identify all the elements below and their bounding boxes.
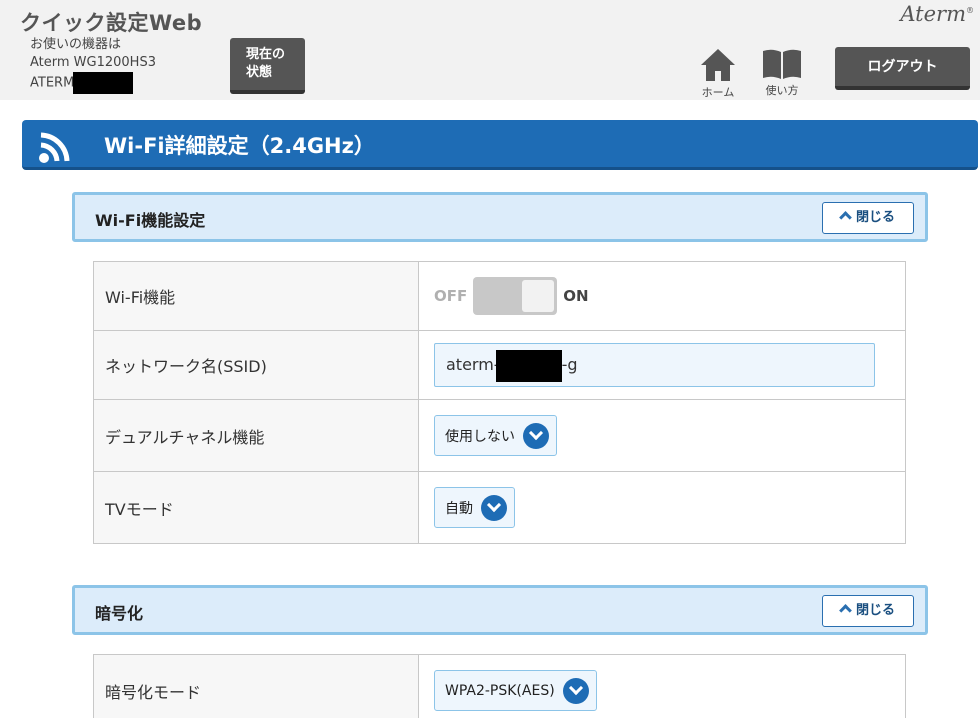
section-header-wifi-function: Wi-Fi機能設定 閉じる	[72, 192, 928, 242]
device-info: お使いの機器は Aterm WG1200HS3 ATERM-	[30, 36, 156, 94]
row-value: aterm- -g	[418, 330, 906, 400]
device-id: ATERM-	[30, 72, 156, 94]
chevron-down-icon	[562, 677, 589, 704]
app-title: クイック設定Web	[20, 11, 203, 35]
toggle-on-label: ON	[563, 287, 589, 305]
row-value: 使用しない	[418, 399, 906, 472]
page-title-bar: Wi-Fi詳細設定（2.4GHz）	[22, 120, 978, 170]
home-icon	[701, 49, 735, 81]
toggle-knob[interactable]	[522, 280, 555, 312]
row-label: Wi-Fi機能	[93, 261, 419, 331]
home-nav-label: ホーム	[701, 86, 735, 99]
manual-nav[interactable]: 使い方	[752, 48, 812, 98]
row-label: TVモード	[93, 471, 419, 544]
section-header-encryption: 暗号化 閉じる	[72, 585, 928, 635]
table-row: ネットワーク名(SSID) aterm- -g	[93, 330, 906, 400]
encryption-table: 暗号化モード WPA2-PSK(AES)	[93, 654, 906, 718]
toggle-off-label: OFF	[434, 287, 468, 305]
page-title: Wi-Fi詳細設定（2.4GHz）	[104, 134, 375, 158]
collapse-button[interactable]: 閉じる	[822, 202, 914, 234]
ssid-value-suffix: -g	[561, 355, 578, 374]
top-header: クイック設定Web お使いの機器は Aterm WG1200HS3 ATERM-…	[0, 0, 980, 100]
toggle-track[interactable]	[473, 277, 558, 315]
book-icon	[763, 49, 801, 79]
device-label: お使いの機器は	[30, 37, 122, 52]
ssid-value-prefix: aterm-	[446, 355, 500, 374]
wifi-icon	[39, 132, 70, 163]
collapse-button-label: 閉じる	[855, 603, 895, 618]
table-row: TVモード 自動	[93, 471, 906, 544]
dual-channel-select[interactable]: 使用しない	[434, 415, 557, 456]
row-value: OFF ON	[418, 261, 906, 331]
section-title: Wi-Fi機能設定	[95, 211, 206, 230]
device-id-prefix: ATERM-	[30, 75, 79, 91]
encryption-mode-select[interactable]: WPA2-PSK(AES)	[434, 670, 597, 711]
brand-logo: Aterm®	[900, 2, 974, 26]
current-status-button[interactable]: 現在の 状態	[230, 38, 305, 94]
select-value: 自動	[445, 500, 473, 517]
redacted-block	[495, 349, 562, 382]
chevron-up-icon	[839, 604, 852, 617]
collapse-button-label: 閉じる	[855, 210, 895, 225]
row-value: 自動	[418, 471, 906, 544]
select-value: 使用しない	[445, 428, 515, 445]
ssid-input[interactable]: aterm- -g	[434, 343, 875, 387]
brand-name: Aterm	[900, 2, 966, 26]
table-row: Wi-Fi機能 OFF ON	[93, 261, 906, 331]
collapse-button[interactable]: 閉じる	[822, 595, 914, 627]
row-label: 暗号化モード	[93, 654, 419, 718]
section-title: 暗号化	[95, 604, 144, 623]
brand-registered-mark: ®	[966, 6, 974, 15]
row-value: WPA2-PSK(AES)	[418, 654, 906, 718]
chevron-down-icon	[481, 494, 507, 521]
row-label: ネットワーク名(SSID)	[93, 330, 419, 400]
redacted-block	[72, 72, 133, 94]
logout-button[interactable]: ログアウト	[835, 47, 970, 90]
device-model: Aterm WG1200HS3	[30, 55, 156, 70]
wifi-toggle[interactable]: OFF ON	[434, 277, 589, 315]
row-label: デュアルチャネル機能	[93, 399, 419, 472]
select-value: WPA2-PSK(AES)	[445, 682, 555, 699]
chevron-down-icon	[523, 422, 549, 449]
chevron-up-icon	[839, 211, 852, 224]
home-nav[interactable]: ホーム	[688, 48, 748, 100]
manual-nav-label: 使い方	[765, 84, 799, 97]
table-row: デュアルチャネル機能 使用しない	[93, 399, 906, 472]
wifi-function-table: Wi-Fi機能 OFF ON ネットワーク名(SSID) aterm- -g デュ…	[93, 261, 906, 544]
tv-mode-select[interactable]: 自動	[434, 487, 515, 528]
table-row: 暗号化モード WPA2-PSK(AES)	[93, 654, 906, 718]
